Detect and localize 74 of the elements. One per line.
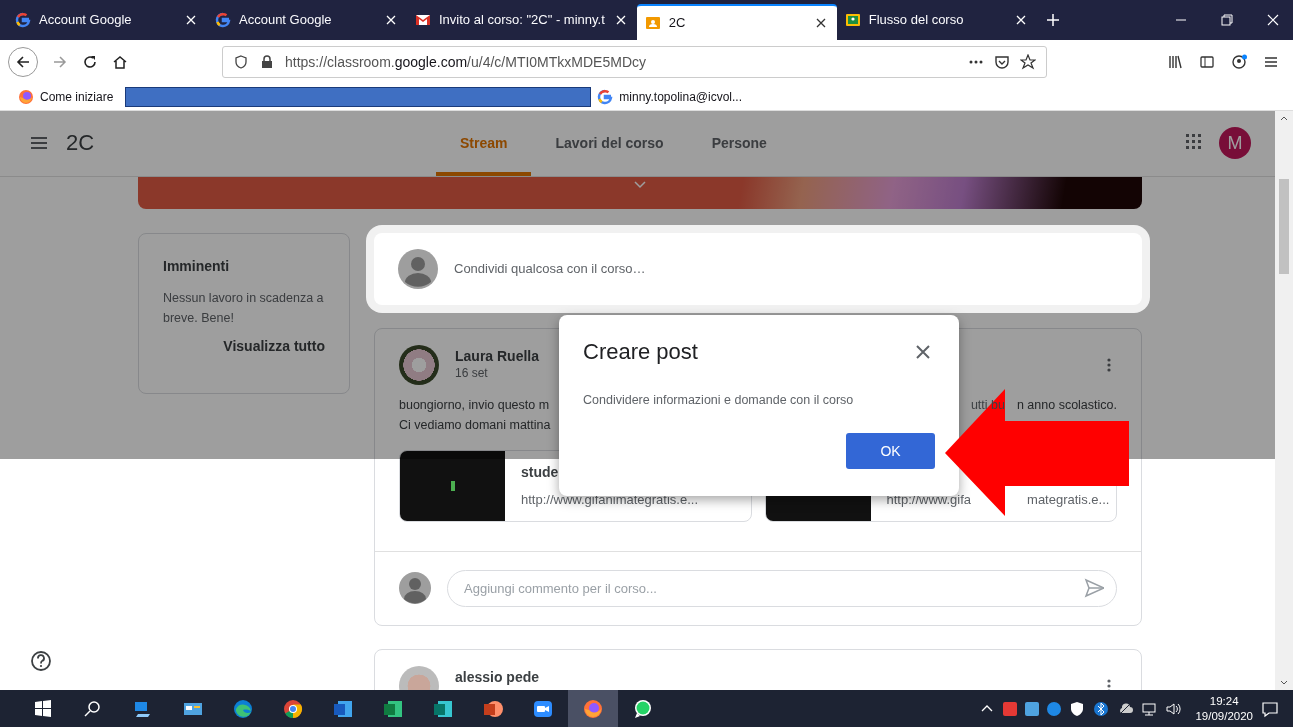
bluetooth-icon[interactable] <box>1093 700 1110 717</box>
post-text: buongiorno, invio questo m <box>399 397 550 412</box>
back-button[interactable] <box>8 46 38 77</box>
sidebar-icon[interactable] <box>1199 53 1215 70</box>
browser-tab[interactable]: Account Google <box>7 3 207 36</box>
reload-icon[interactable] <box>82 53 98 70</box>
tray-app-icon[interactable] <box>1025 701 1040 716</box>
shield-icon <box>233 53 249 70</box>
shield-icon[interactable] <box>1069 700 1086 717</box>
lock-icon <box>259 53 275 70</box>
windows-icon[interactable] <box>32 697 54 720</box>
tray-app-icon[interactable] <box>1003 701 1018 716</box>
classroom-icon <box>844 11 861 28</box>
speaker-icon[interactable] <box>1165 700 1182 717</box>
forward-icon[interactable] <box>52 53 68 70</box>
favicon-icon <box>15 11 31 28</box>
upcoming-text: Nessun lavoro in scadenza a breve. Bene! <box>163 289 325 327</box>
post-date: 16 set <box>455 365 489 380</box>
post-text: n anno scolastico. <box>1016 397 1117 412</box>
chat-bubble-icon[interactable] <box>632 697 654 720</box>
post-text: Ci vediamo domani mattina <box>399 417 551 432</box>
browser-tab[interactable]: Invito al corso: "2C" - minny.t <box>407 3 637 36</box>
author-name: alessio pede <box>455 668 540 685</box>
browser-tab[interactable]: 2C <box>636 3 837 40</box>
classroom-icon <box>644 14 661 31</box>
star-icon[interactable] <box>1020 53 1036 70</box>
firefox-icon[interactable] <box>582 697 604 720</box>
avatar-icon <box>398 248 438 289</box>
tray-app-icon[interactable] <box>1047 701 1062 716</box>
link-card[interactable]: stude http://www.gifanimategratis.e... <box>399 449 752 522</box>
class-title: 2C <box>66 130 96 157</box>
link-url: http://www.gifa <box>886 492 972 508</box>
pocket-icon[interactable] <box>994 53 1010 70</box>
notification-icon[interactable] <box>1261 699 1279 718</box>
photo-placeholder <box>399 344 439 385</box>
avatar-icon <box>399 572 431 605</box>
account-avatar[interactable]: M <box>1219 127 1251 160</box>
nav-tab[interactable]: Persone <box>687 110 791 177</box>
link-title: stude <box>521 464 560 483</box>
share-placeholder: Condividi qualcosa con il corso… <box>454 261 646 277</box>
browser-tab[interactable]: Flusso del corso <box>836 3 1037 36</box>
send-icon[interactable] <box>1084 578 1104 599</box>
library-icon[interactable] <box>1167 53 1183 70</box>
edge-icon[interactable] <box>232 697 254 720</box>
bookmark[interactable]: minny.topolina@icvol... <box>597 88 743 105</box>
nav-tab[interactable]: Lavori del corso <box>531 110 688 177</box>
scrollbar[interactable] <box>1275 110 1293 690</box>
network-icon[interactable] <box>1141 700 1158 717</box>
view-all-link[interactable]: Visualizza tutto <box>223 337 325 354</box>
bookmark[interactable]: Come iniziare <box>18 88 114 105</box>
firefox-icon <box>18 88 34 105</box>
link-url: http://www.gifanimategratis.e... <box>521 492 699 508</box>
browser-tab[interactable]: Account Google <box>207 3 407 36</box>
card-title: Imminenti <box>163 257 231 274</box>
apps-grid-icon[interactable] <box>1185 133 1201 150</box>
favicon-icon <box>597 88 614 105</box>
plus-icon[interactable] <box>1044 11 1061 28</box>
chrome-icon[interactable] <box>282 697 304 720</box>
clock-date: 19/09/2020 <box>1195 708 1253 724</box>
favicon-icon <box>215 11 231 28</box>
post-text: utti bu <box>970 397 1005 412</box>
dialog-title: Creare post <box>583 338 698 365</box>
scroll-thumb[interactable] <box>1279 178 1289 274</box>
restore-icon[interactable] <box>1219 11 1235 28</box>
arrow-left-icon <box>15 53 31 70</box>
home-icon[interactable] <box>112 53 128 70</box>
clock-time: 19:24 <box>1209 693 1239 709</box>
dialog-text: Condividere informazioni e domande con il corso <box>583 392 855 407</box>
account-icon[interactable] <box>1231 53 1247 70</box>
address-bar[interactable]: https://classroom.google.com/u/4/c/MTI0MTkxMDE5MDcy <box>222 45 1047 78</box>
help-icon[interactable] <box>30 649 52 672</box>
author-name: Laura Ruella <box>455 347 540 364</box>
link-url: mategratis.e... <box>1027 492 1110 508</box>
ok-button[interactable]: OK <box>846 432 935 469</box>
